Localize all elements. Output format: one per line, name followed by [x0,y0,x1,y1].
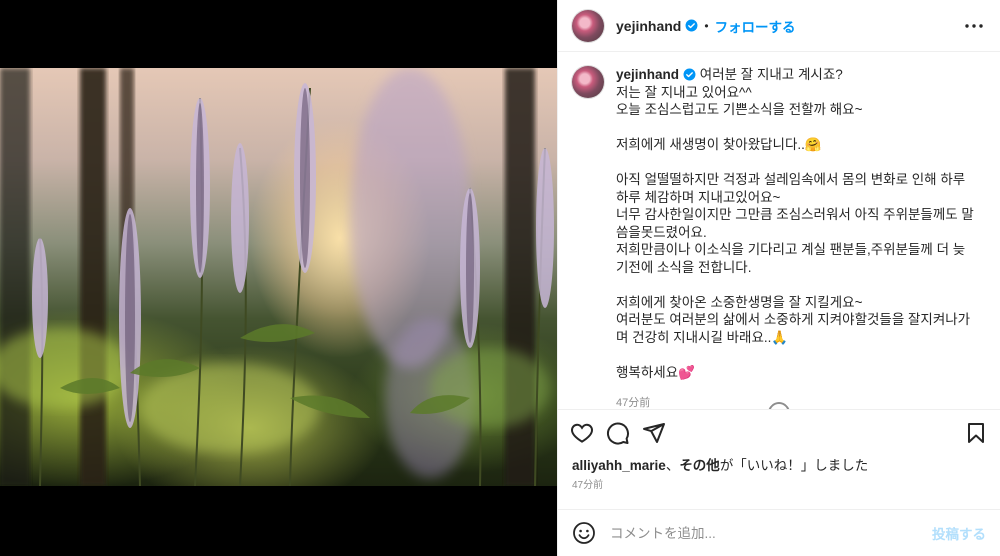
header-separator: • [704,18,709,33]
avatar[interactable] [572,9,604,42]
heart-icon[interactable] [570,421,594,445]
likes-line: alliyahh_marie、その他が「いいね！」しました [558,455,1000,477]
caption: yejinhand 여러분 잘 지내고 계시죠? 저는 잘 지내고 있어요^^ … [572,66,986,409]
comment-input[interactable] [610,525,932,541]
send-icon[interactable] [642,421,666,445]
likes-separator: 、 [665,458,680,473]
likes-others[interactable]: その他 [679,458,720,473]
post-photo[interactable] [0,68,557,486]
verified-badge-icon [683,68,696,81]
caption-time: 47分前 [616,397,651,409]
likes-user[interactable]: alliyahh_marie [572,458,666,473]
comment-icon[interactable] [606,421,630,445]
action-bar [558,409,1000,455]
header-username[interactable]: yejinhand [616,18,681,34]
caption-avatar[interactable] [572,66,604,98]
post-comment-button[interactable]: 投稿する [932,523,986,543]
lavender-photo-art [0,68,554,486]
post-header: yejinhand • フォローする [558,0,1000,52]
post-panel: yejinhand • フォローする yejinhand 여러분 잘 지내고 계… [557,0,1000,556]
follow-button[interactable]: フォローする [715,16,796,36]
caption-content: yejinhand 여러분 잘 지내고 계시죠? 저는 잘 지내고 있어요^^ … [616,66,976,409]
smiley-icon[interactable] [572,521,596,545]
post-time[interactable]: 47分前 [558,477,1000,499]
caption-text: 여러분 잘 지내고 계시죠? 저는 잘 지내고 있어요^^ 오늘 조심스럽고도 … [616,67,974,380]
more-options-icon[interactable] [962,14,986,38]
caption-username[interactable]: yejinhand [616,67,679,82]
post-modal: yejinhand • フォローする yejinhand 여러분 잘 지내고 계… [0,0,1000,556]
comment-bar: 投稿する [558,509,1000,556]
verified-badge-icon [685,19,698,32]
comments-area[interactable]: yejinhand 여러분 잘 지내고 계시죠? 저는 잘 지내고 있어요^^ … [558,52,1000,409]
likes-suffix: が「いいね！」しました [719,458,869,473]
post-media[interactable] [0,0,557,556]
bookmark-icon[interactable] [964,421,988,445]
